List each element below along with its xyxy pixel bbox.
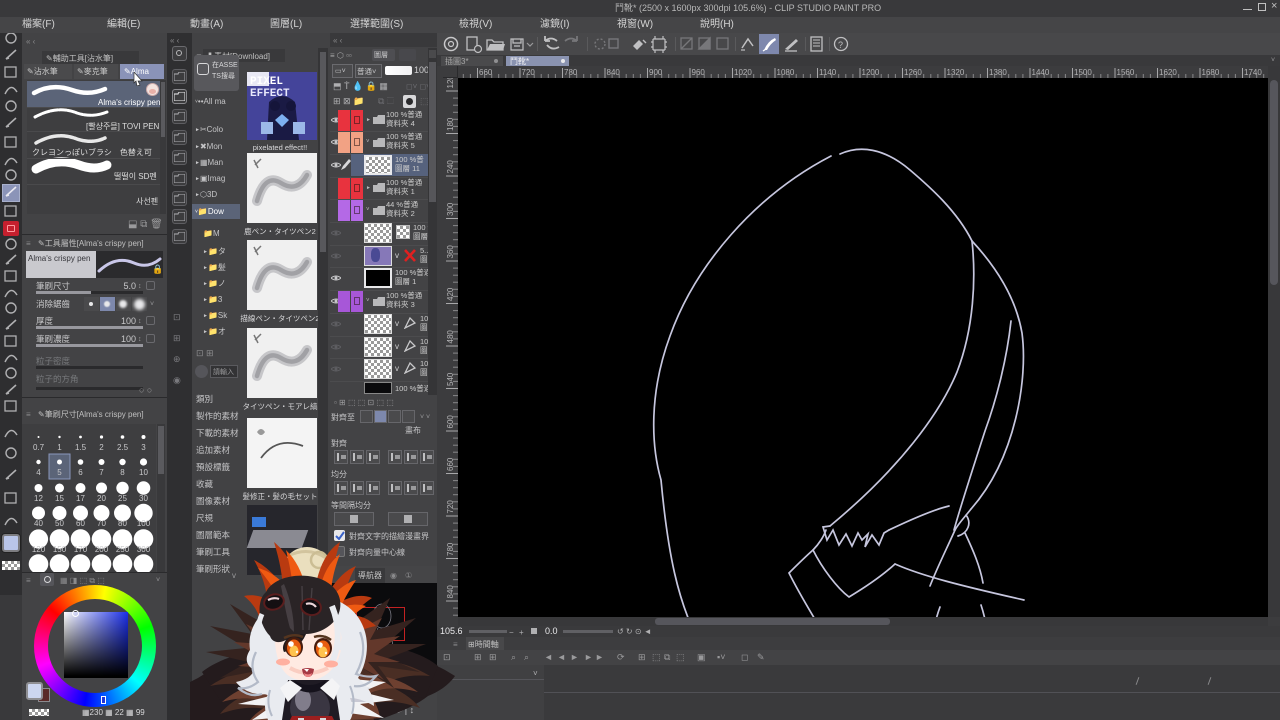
svg-text:10: 10 — [139, 468, 148, 477]
svg-text:60: 60 — [76, 519, 85, 528]
svg-text:960: 960 — [692, 68, 706, 77]
svg-text:120: 120 — [32, 545, 46, 554]
svg-text:540: 540 — [446, 372, 455, 386]
svg-text:1260: 1260 — [904, 68, 922, 77]
svg-text:300: 300 — [446, 202, 455, 216]
svg-text:180: 180 — [446, 117, 455, 131]
svg-text:660: 660 — [446, 457, 455, 471]
svg-text:1.5: 1.5 — [75, 443, 87, 452]
svg-text:80: 80 — [118, 519, 127, 528]
svg-text:2.5: 2.5 — [117, 443, 129, 452]
svg-text:8: 8 — [120, 468, 125, 477]
svg-text:?: ? — [838, 40, 843, 50]
svg-text:170: 170 — [74, 545, 88, 554]
svg-text:1200: 1200 — [862, 68, 880, 77]
svg-text:120: 120 — [446, 78, 455, 89]
svg-text:780: 780 — [564, 68, 578, 77]
svg-text:30: 30 — [139, 494, 148, 503]
svg-text:600: 600 — [446, 415, 455, 429]
svg-text:1140: 1140 — [819, 68, 837, 77]
svg-text:1740: 1740 — [1244, 68, 1262, 77]
svg-text:15: 15 — [55, 494, 64, 503]
svg-text:12: 12 — [34, 494, 43, 503]
svg-text:1380: 1380 — [989, 68, 1007, 77]
svg-text:720: 720 — [522, 68, 536, 77]
svg-text:1620: 1620 — [1159, 68, 1177, 77]
svg-text:17: 17 — [76, 494, 85, 503]
svg-text:1020: 1020 — [734, 68, 752, 77]
svg-text:7: 7 — [99, 468, 104, 477]
svg-text:0.7: 0.7 — [33, 443, 45, 452]
svg-text:2: 2 — [99, 443, 104, 452]
svg-text:4: 4 — [36, 468, 41, 477]
svg-text:240: 240 — [446, 160, 455, 174]
svg-text:1440: 1440 — [1032, 68, 1050, 77]
svg-text:360: 360 — [446, 245, 455, 259]
svg-text:3: 3 — [141, 443, 146, 452]
svg-text:1: 1 — [57, 443, 62, 452]
svg-text:20: 20 — [97, 494, 106, 503]
svg-text:100: 100 — [137, 519, 151, 528]
svg-text:1680: 1680 — [1202, 68, 1220, 77]
svg-text:PIXEL: PIXEL — [250, 76, 283, 88]
svg-text:150: 150 — [53, 545, 67, 554]
svg-text:25: 25 — [118, 494, 127, 503]
svg-text:480: 480 — [446, 330, 455, 344]
svg-text:50: 50 — [55, 519, 64, 528]
svg-text:1560: 1560 — [1117, 68, 1135, 77]
svg-text:300: 300 — [137, 545, 151, 554]
svg-text:200: 200 — [95, 545, 109, 554]
svg-text:660: 660 — [479, 68, 493, 77]
svg-text:1320: 1320 — [947, 68, 965, 77]
svg-text:420: 420 — [446, 287, 455, 301]
svg-text:1500: 1500 — [1074, 68, 1092, 77]
svg-text:5: 5 — [57, 468, 62, 477]
svg-text:70: 70 — [97, 519, 106, 528]
svg-text:720: 720 — [446, 500, 455, 514]
svg-text:840: 840 — [607, 68, 621, 77]
svg-text:6: 6 — [78, 468, 83, 477]
svg-text:1080: 1080 — [777, 68, 795, 77]
svg-text:40: 40 — [34, 519, 43, 528]
svg-text:250: 250 — [116, 545, 130, 554]
svg-text:900: 900 — [649, 68, 663, 77]
